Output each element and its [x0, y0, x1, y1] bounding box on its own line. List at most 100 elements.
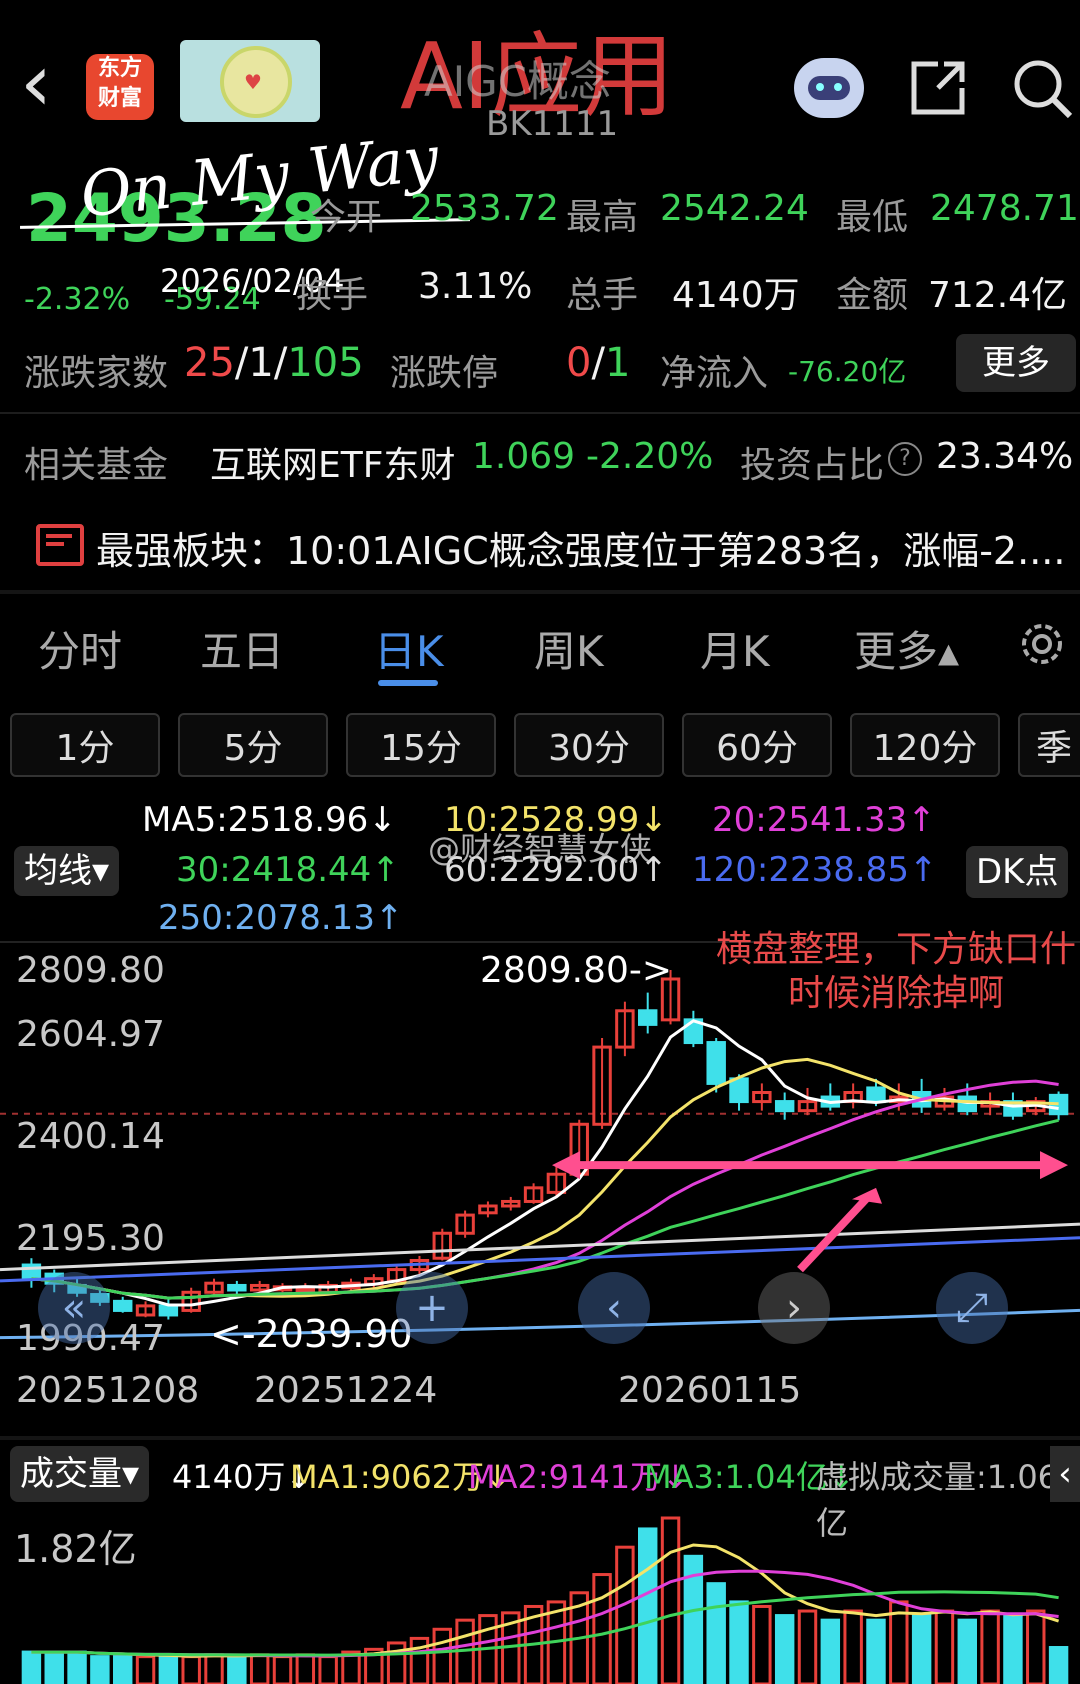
candle-body — [227, 1283, 247, 1292]
netflow-label: 净流入 — [660, 353, 769, 394]
more-button[interactable]: 更多 — [956, 334, 1076, 392]
interval-quarter[interactable]: 季 — [1018, 713, 1080, 777]
volume-bar — [797, 1609, 818, 1684]
tab-monthly-k[interactable]: 月K — [700, 618, 770, 679]
divider — [0, 412, 1080, 414]
trend-arrow-head — [852, 1187, 882, 1204]
scroll-right-button[interactable]: › — [758, 1272, 830, 1344]
sep-slash: / — [273, 340, 288, 386]
volume-value: 4140万 — [672, 275, 800, 316]
interval-1min[interactable]: 1分 — [10, 713, 160, 777]
tab-more[interactable]: 更多▴ — [854, 618, 959, 679]
fullscreen-button[interactable]: ⤢ — [936, 1272, 1008, 1344]
volume-bar — [729, 1600, 749, 1684]
high-value: 2542.24 — [660, 188, 809, 229]
down-count: 105 — [287, 340, 364, 386]
ma120-value: 120:2238.85↑ — [692, 850, 938, 890]
robot-assistant-icon[interactable] — [794, 58, 864, 118]
volume-bar — [911, 1614, 932, 1684]
ratio-value: 23.34% — [936, 436, 1074, 477]
divider — [0, 590, 1080, 594]
settings-gear-icon[interactable] — [1016, 618, 1068, 670]
fund-percent: -2.20% — [586, 436, 714, 477]
volume-bar — [272, 1655, 293, 1684]
sticker-image: ♥ — [180, 40, 320, 122]
candle-body — [729, 1077, 749, 1104]
app-logo: 东方 财富 — [86, 54, 154, 120]
interval-15min[interactable]: 15分 — [346, 713, 496, 777]
scroll-left-button[interactable]: ‹ — [578, 1272, 650, 1344]
volume-bar — [318, 1655, 338, 1684]
share-icon[interactable] — [908, 58, 968, 118]
volume-bar — [774, 1614, 795, 1684]
volume-chart[interactable] — [0, 1510, 1080, 1684]
volume-bar — [660, 1516, 681, 1684]
y-tick-label: 2604.97 — [16, 1014, 165, 1055]
interval-120min[interactable]: 120分 — [850, 713, 1000, 777]
chart-annotation: 横盘整理，下方缺口什 时候消除掉啊 — [716, 929, 1077, 1014]
ma30-value: 30:2418.44↑ — [176, 850, 400, 890]
news-text[interactable]: 最强板块：10:01AIGC概念强度位于第283名，涨幅-2.... — [96, 520, 1065, 575]
dk-point-button[interactable]: DK点 — [966, 846, 1069, 898]
volume-selector[interactable]: 成交量▾ — [10, 1446, 150, 1502]
volume-bar — [181, 1655, 201, 1684]
help-icon[interactable]: ? — [888, 442, 922, 476]
y-tick-label: 2809.80 — [16, 950, 165, 991]
volume-bar — [980, 1609, 1000, 1684]
search-icon[interactable] — [1010, 56, 1074, 120]
volume-bar — [204, 1653, 224, 1684]
low-label: 最低 — [836, 197, 909, 238]
volume-bar — [67, 1650, 87, 1684]
sep-slash: / — [234, 340, 249, 386]
fund-name[interactable]: 互联网ETF东财 — [210, 436, 455, 488]
collapse-arrow-icon[interactable]: ‹ — [1050, 1446, 1080, 1502]
candle-body — [113, 1299, 133, 1312]
x-tick-label: 20251208 — [16, 1370, 200, 1411]
interval-5min[interactable]: 5分 — [178, 713, 328, 777]
back-button[interactable]: ‹ — [20, 43, 70, 128]
candle-body — [158, 1304, 179, 1317]
sep-slash: / — [591, 340, 605, 386]
interval-30min[interactable]: 30分 — [514, 713, 664, 777]
volume-bar — [249, 1653, 270, 1684]
volume-bar — [1003, 1614, 1023, 1684]
volume-bar — [843, 1609, 863, 1684]
volume-bar — [135, 1655, 156, 1684]
tab-weekly-k[interactable]: 周K — [534, 618, 604, 679]
gap-arrow-head-right — [1040, 1151, 1068, 1180]
tab-intraday[interactable]: 分时 — [38, 618, 122, 679]
zoom-out-double-left-button[interactable]: « — [38, 1272, 110, 1344]
ma20-value: 20:2541.33↑ — [712, 800, 936, 840]
low-value: 2478.71 — [930, 188, 1079, 229]
high-label: 最高 — [566, 197, 639, 238]
x-tick-label: 20260115 — [618, 1370, 802, 1411]
zoom-in-button[interactable]: + — [396, 1272, 468, 1344]
candle-body — [866, 1086, 886, 1104]
watermark-text: @财经智慧女侠 — [428, 830, 653, 868]
volume-label: 总手 — [566, 275, 639, 316]
interval-60min[interactable]: 60分 — [682, 713, 832, 777]
limit-up-count: 0 — [566, 340, 592, 386]
open-label: 今开 — [310, 197, 383, 238]
high-marker-label: 2809.80-> — [480, 950, 673, 991]
divider — [0, 1436, 1080, 1440]
fund-price: 1.069 — [472, 436, 576, 477]
volume-bar — [866, 1618, 886, 1684]
ma5-value: MA5:2518.96↓ — [142, 800, 397, 840]
limit-values: 0/1 — [566, 340, 630, 386]
limit-label: 涨跌停 — [390, 353, 499, 394]
volume-bar — [227, 1655, 247, 1684]
ma-selector[interactable]: 均线▾ — [14, 846, 120, 896]
tab-daily-k[interactable]: 日K — [374, 618, 444, 679]
volume-bar — [432, 1627, 452, 1684]
change-percent: -2.32% — [24, 282, 131, 317]
tab-five-day[interactable]: 五日 — [200, 618, 284, 679]
volume-bar — [934, 1609, 955, 1684]
netflow-value: -76.20亿 — [788, 355, 907, 388]
tab-active-indicator — [378, 680, 438, 686]
volume-bar — [957, 1618, 978, 1684]
turnover-value: 3.11% — [418, 266, 533, 307]
volume-bar — [1026, 1609, 1046, 1684]
volume-bar — [638, 1527, 658, 1684]
up-count: 25 — [184, 340, 235, 386]
